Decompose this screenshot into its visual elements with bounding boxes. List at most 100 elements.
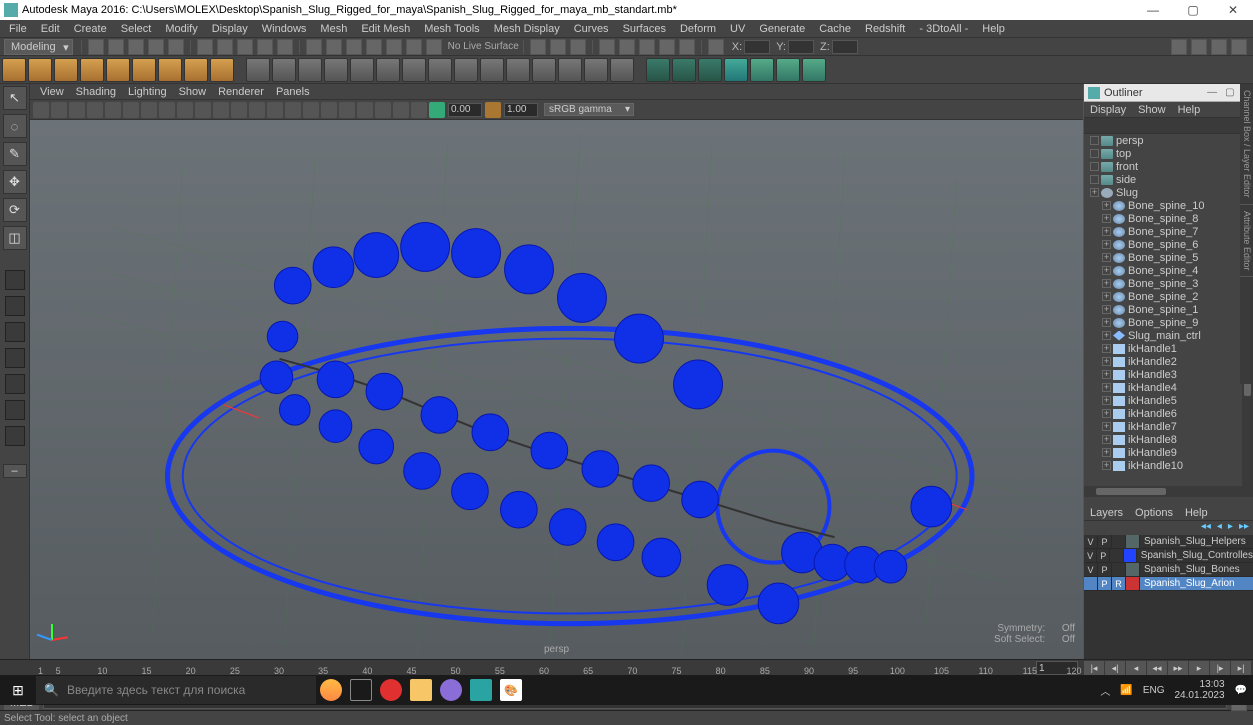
resolution-gate-icon[interactable]: [123, 102, 139, 118]
outliner-node[interactable]: +Bone_spine_8: [1084, 212, 1253, 225]
layer-row[interactable]: VPSpanish_Slug_Bones: [1084, 563, 1253, 577]
menu-edit-mesh[interactable]: Edit Mesh: [354, 23, 417, 35]
start-button[interactable]: ⊞: [0, 675, 36, 705]
outliner-node[interactable]: +Slug_main_ctrl: [1084, 329, 1253, 342]
shelf-offset-edge-button[interactable]: [750, 58, 774, 82]
scale-tool-button[interactable]: ◫: [3, 226, 27, 250]
weather-widget[interactable]: [316, 675, 346, 705]
menu-deform[interactable]: Deform: [673, 23, 723, 35]
exposure-value-icon[interactable]: [429, 102, 445, 118]
outliner-node[interactable]: +Bone_spine_2: [1084, 290, 1253, 303]
expand-toggle[interactable]: +: [1102, 266, 1111, 275]
layer-move-icon[interactable]: ◂: [1217, 521, 1222, 535]
layer-color-swatch[interactable]: [1124, 549, 1137, 562]
menu-edit[interactable]: Edit: [34, 23, 67, 35]
layer-move-up-icon[interactable]: ◂◂: [1201, 521, 1211, 535]
expand-toggle[interactable]: +: [1102, 305, 1111, 314]
expand-toggle[interactable]: +: [1102, 318, 1111, 327]
outliner-node[interactable]: +ikHandle9: [1084, 446, 1253, 459]
sidebar-toggle-icon[interactable]: [1171, 39, 1187, 55]
magnet-icon[interactable]: [426, 39, 442, 55]
layout-hypershade-button[interactable]: [5, 426, 25, 446]
shelf-poly-prism-button[interactable]: [158, 58, 182, 82]
outliner-minimize-button[interactable]: —: [1207, 87, 1217, 98]
taskbar-search[interactable]: 🔍 Введите здесь текст для поиска: [36, 676, 316, 704]
outliner-node[interactable]: +Bone_spine_6: [1084, 238, 1253, 251]
layer-new-empty-icon[interactable]: ▸▸: [1239, 521, 1249, 535]
shelf-poly-type-button[interactable]: [246, 58, 270, 82]
outliner-maximize-button[interactable]: ▢: [1225, 87, 1234, 98]
wireframe-icon[interactable]: [159, 102, 175, 118]
expand-toggle[interactable]: +: [1102, 422, 1111, 431]
outliner-menu-show[interactable]: Show: [1132, 104, 1172, 116]
snap-icon[interactable]: [346, 39, 362, 55]
shelf-collapse-button[interactable]: [480, 58, 504, 82]
sidebar-toggle-icon[interactable]: [1191, 39, 1207, 55]
layer-v-toggle[interactable]: V: [1084, 549, 1097, 562]
menu-mesh-tools[interactable]: Mesh Tools: [417, 23, 486, 35]
outliner-node[interactable]: +Bone_spine_7: [1084, 225, 1253, 238]
gate-mask-icon[interactable]: [141, 102, 157, 118]
lasso-tool-button[interactable]: ◌: [3, 114, 27, 138]
near-clip-input[interactable]: [448, 103, 482, 117]
panel-menu-shading[interactable]: Shading: [70, 86, 122, 98]
menu-cache[interactable]: Cache: [812, 23, 858, 35]
layers-menu-options[interactable]: Options: [1129, 507, 1179, 519]
shelf-sculpt-button[interactable]: [558, 58, 582, 82]
shelf-smooth-button[interactable]: [506, 58, 530, 82]
layout-two-h-button[interactable]: [5, 322, 25, 342]
outliner-node[interactable]: +ikHandle8: [1084, 433, 1253, 446]
expand-toggle[interactable]: +: [1102, 344, 1111, 353]
outliner-menu-help[interactable]: Help: [1172, 104, 1207, 116]
gamma-value-icon[interactable]: [485, 102, 501, 118]
layer-color-swatch[interactable]: [1126, 563, 1140, 576]
snap-icon[interactable]: [366, 39, 382, 55]
menu-mesh[interactable]: Mesh: [313, 23, 354, 35]
menu-help[interactable]: Help: [975, 23, 1012, 35]
panel-menu-renderer[interactable]: Renderer: [212, 86, 270, 98]
layer-row[interactable]: VPSpanish_Slug_Controlles: [1084, 549, 1253, 563]
outliner-node[interactable]: +Bone_spine_1: [1084, 303, 1253, 316]
layer-p-toggle[interactable]: P: [1098, 563, 1112, 576]
layout-two-v-button[interactable]: [5, 348, 25, 368]
layer-r-toggle[interactable]: R: [1112, 577, 1126, 590]
expand-toggle[interactable]: [1090, 175, 1099, 184]
color-management-select[interactable]: sRGB gamma: [544, 103, 634, 116]
shelf-poly-pipe-button[interactable]: [210, 58, 234, 82]
layer-p-toggle[interactable]: P: [1098, 535, 1112, 548]
menu-display[interactable]: Display: [205, 23, 255, 35]
outliner-node[interactable]: +ikHandle10: [1084, 459, 1253, 472]
shelf-bridge-button[interactable]: [402, 58, 426, 82]
expand-toggle[interactable]: +: [1102, 409, 1111, 418]
image-plane-icon[interactable]: [69, 102, 85, 118]
outliner-node[interactable]: +ikHandle6: [1084, 407, 1253, 420]
layer-row[interactable]: VPSpanish_Slug_Helpers: [1084, 535, 1253, 549]
outliner-node[interactable]: persp: [1084, 134, 1253, 147]
shelf-edge-flow-button[interactable]: [776, 58, 800, 82]
taskbar-app-explorer[interactable]: [406, 675, 436, 705]
ao-icon[interactable]: [303, 102, 319, 118]
expand-toggle[interactable]: +: [1102, 370, 1111, 379]
outliner-node[interactable]: +ikHandle2: [1084, 355, 1253, 368]
outliner-menu-display[interactable]: Display: [1084, 104, 1132, 116]
panel-menu-view[interactable]: View: [34, 86, 70, 98]
layout-single-button[interactable]: [5, 270, 25, 290]
select-mask-icon[interactable]: [197, 39, 213, 55]
shelf-boolean-button[interactable]: [324, 58, 348, 82]
textured-icon[interactable]: [195, 102, 211, 118]
expand-toggle[interactable]: +: [1102, 383, 1111, 392]
expand-toggle[interactable]: +: [1102, 279, 1111, 288]
shelf-multi-cut-button[interactable]: [610, 58, 634, 82]
expand-toggle[interactable]: [1090, 162, 1099, 171]
shelf-poly-cube-button[interactable]: [28, 58, 52, 82]
maximize-button[interactable]: ▢: [1173, 0, 1213, 20]
expand-toggle[interactable]: +: [1102, 292, 1111, 301]
expand-toggle[interactable]: +: [1102, 201, 1111, 210]
shelf-poly-plane-button[interactable]: [106, 58, 130, 82]
menu-file[interactable]: File: [2, 23, 34, 35]
gamma-icon[interactable]: [393, 102, 409, 118]
outliner-node[interactable]: +Bone_spine_5: [1084, 251, 1253, 264]
outliner-node[interactable]: +Slug: [1084, 186, 1253, 199]
input-mode-icon[interactable]: [708, 39, 724, 55]
select-mask-icon[interactable]: [217, 39, 233, 55]
